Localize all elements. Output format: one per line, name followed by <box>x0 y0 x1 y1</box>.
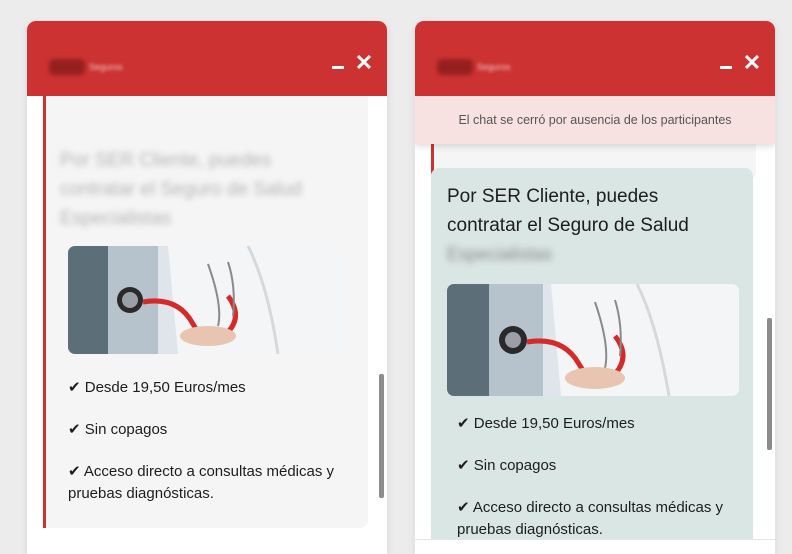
chat-widget-left: Seguros ✕ Por SER Cliente, puedes contra… <box>27 21 387 554</box>
close-button[interactable]: ✕ <box>741 51 763 75</box>
brand-logo <box>437 59 473 75</box>
chat-header: Seguros ✕ <box>27 21 387 96</box>
promo-title: Por SER Cliente, puedes contratar el Seg… <box>60 150 302 229</box>
scrollbar[interactable] <box>767 318 772 450</box>
feature-copay: ✔ Sin copagos <box>68 421 168 438</box>
promo-card: Por SER Cliente, puedes contratar el Seg… <box>43 118 368 528</box>
doctor-photo <box>447 284 739 396</box>
minimize-icon <box>720 66 732 69</box>
input-area[interactable] <box>415 539 775 554</box>
chat-widget-right: Seguros ✕ El chat se cerró por ausencia … <box>415 21 775 554</box>
stethoscope-image <box>68 246 344 354</box>
feature-price: ✔ Desde 19,50 Euros/mes <box>457 415 635 432</box>
minimize-button[interactable] <box>715 51 737 75</box>
brand-logo <box>49 59 85 75</box>
doctor-photo <box>68 246 344 354</box>
promo-title-text: Por SER Cliente, puedes contratar el Seg… <box>447 186 689 236</box>
promo-title-blurred: Especialistas <box>447 244 553 264</box>
feature-access: ✔ Acceso directo a consultas médicas y p… <box>457 499 724 538</box>
feature-access: ✔ Acceso directo a consultas médicas y p… <box>68 463 335 502</box>
close-icon: ✕ <box>354 50 374 75</box>
scrollbar[interactable] <box>379 374 384 498</box>
chat-messages[interactable]: Por SER Cliente, puedes contratar el Seg… <box>415 96 775 554</box>
promo-card: Por SER Cliente, puedes contratar el Seg… <box>431 168 753 554</box>
chat-messages[interactable]: Por SER Cliente, puedes contratar el Seg… <box>27 94 387 554</box>
minimize-icon <box>332 66 344 69</box>
brand-tagline: Seguros <box>477 62 511 72</box>
stethoscope-image <box>447 284 739 396</box>
close-button[interactable]: ✕ <box>353 51 375 75</box>
close-icon: ✕ <box>742 50 762 75</box>
feature-price: ✔ Desde 19,50 Euros/mes <box>68 379 246 396</box>
feature-copay: ✔ Sin copagos <box>457 457 557 474</box>
brand-tagline: Seguros <box>89 62 123 72</box>
chat-closed-notice: El chat se cerró por ausencia de los par… <box>415 96 775 144</box>
promo-title: Por SER Cliente, puedes contratar el Seg… <box>447 182 737 269</box>
minimize-button[interactable] <box>327 51 349 75</box>
chat-header: Seguros ✕ <box>415 21 775 96</box>
